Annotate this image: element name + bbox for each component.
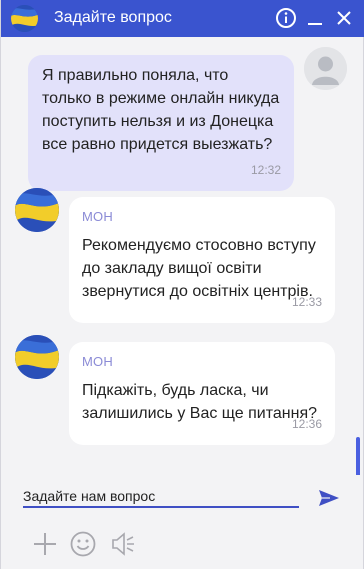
- info-icon[interactable]: [274, 6, 298, 30]
- message-time: 12:32: [250, 163, 281, 177]
- message-input[interactable]: [23, 486, 299, 508]
- chat-window: Задайте вопрос Я правильно поняла, что т…: [0, 0, 364, 569]
- message-sender: МОН: [82, 354, 113, 369]
- close-icon[interactable]: [332, 6, 356, 30]
- emoji-icon[interactable]: [69, 530, 97, 558]
- header-avatar: [11, 5, 38, 32]
- add-icon[interactable]: [31, 530, 59, 558]
- composer: [1, 475, 363, 569]
- message-sender: МОН: [82, 209, 113, 224]
- user-message: Я правильно поняла, что только в режиме …: [28, 55, 294, 191]
- user-avatar: [304, 47, 347, 90]
- message-time: 12:33: [291, 295, 322, 309]
- chat-header: Задайте вопрос: [1, 0, 364, 37]
- bot-message: МОН Підкажіть, будь ласка, чи залишились…: [69, 342, 335, 445]
- message-text: Рекомендуємо стосовно вступу до закладу …: [82, 237, 316, 300]
- voice-icon[interactable]: [109, 530, 137, 558]
- bot-avatar: [15, 188, 59, 232]
- message-list[interactable]: Я правильно поняла, что только в режиме …: [1, 37, 363, 455]
- send-icon[interactable]: [318, 489, 340, 507]
- message-text: Я правильно поняла, что только в режиме …: [42, 67, 280, 153]
- message-text: Підкажіть, будь ласка, чи залишились у В…: [82, 382, 318, 422]
- minimize-icon[interactable]: [303, 6, 327, 30]
- header-title: Задайте вопрос: [54, 9, 172, 26]
- bot-avatar: [15, 335, 59, 379]
- bot-message: МОН Рекомендуємо стосовно вступу до закл…: [69, 197, 335, 323]
- message-time: 12:36: [291, 417, 322, 431]
